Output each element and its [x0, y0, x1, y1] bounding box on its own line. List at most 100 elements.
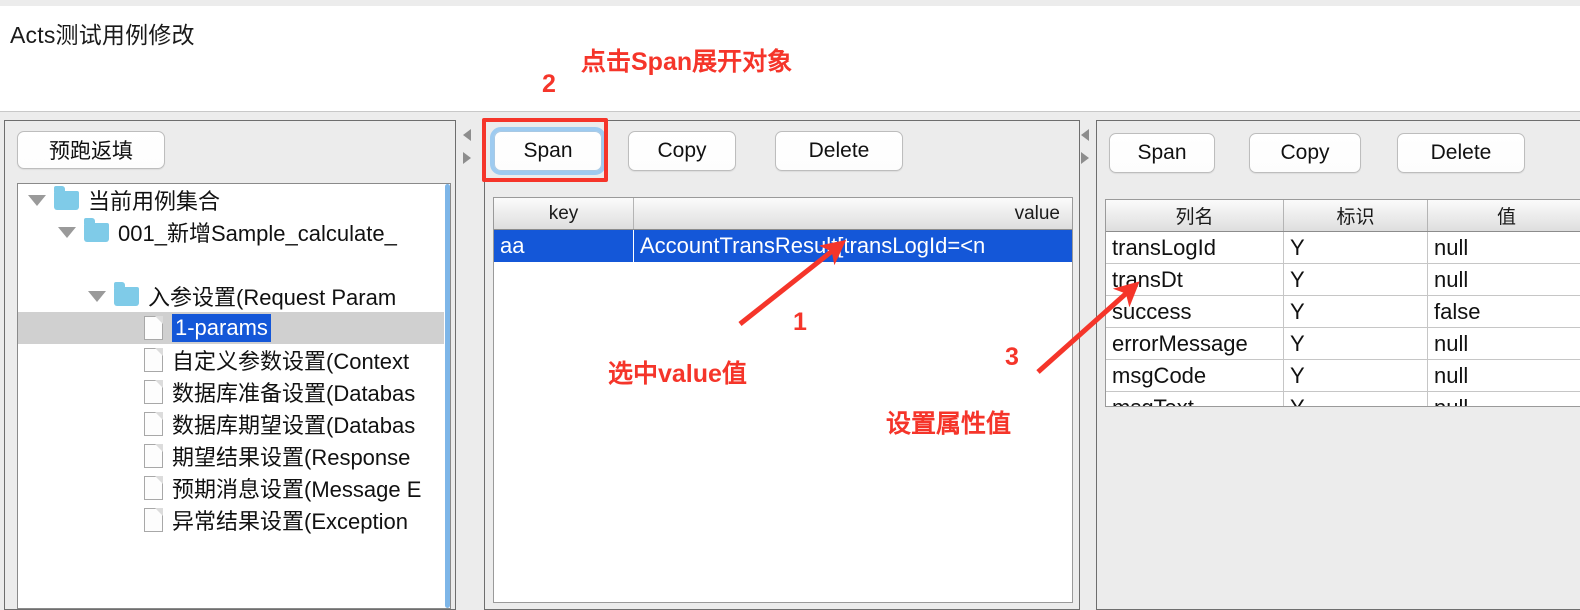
right-splitter[interactable] [1080, 120, 1092, 610]
tree-item-label: 自定义参数设置(Context [172, 349, 410, 374]
tree-item[interactable]: 入参设置(Request Param [18, 280, 450, 312]
left-splitter[interactable] [462, 120, 474, 610]
cell-value[interactable]: null [1428, 360, 1580, 392]
column-header-flag[interactable]: 标识 [1284, 200, 1428, 231]
cell-flag[interactable]: Y [1284, 328, 1428, 360]
left-panel: 预跑返填 当前用例集合 001_新增Sample_calculate_ 入参设置(R… [4, 120, 456, 610]
tree-item[interactable]: 当前用例集合 [18, 184, 450, 216]
table-row[interactable]: success Yfalse [1106, 296, 1580, 328]
case-tree[interactable]: 当前用例集合 001_新增Sample_calculate_ 入参设置(Reques… [17, 183, 451, 609]
annotation-number-3: 3 [1005, 343, 1019, 371]
chevron-down-icon[interactable] [28, 194, 46, 206]
table-row[interactable]: msgCode Ynull [1106, 360, 1580, 392]
cell-value[interactable]: AccountTransResult[transLogId=<n [634, 230, 1072, 262]
file-icon [144, 412, 163, 436]
tree-item-label: 期望结果设置(Response [172, 445, 411, 470]
tree-item-label: 异常结果设置(Exception [172, 509, 408, 534]
key-value-table[interactable]: key value aa AccountTransResult[transLogI… [493, 197, 1073, 603]
cell-column-name[interactable]: msgText [1106, 392, 1284, 406]
folder-icon [84, 217, 109, 242]
cell-value[interactable]: false [1428, 296, 1580, 328]
cell-flag[interactable]: Y [1284, 392, 1428, 406]
column-header-key[interactable]: key [494, 198, 634, 229]
chevron-down-icon[interactable] [58, 226, 76, 238]
annotation-label-3: 设置属性值 [886, 410, 1012, 438]
collapse-left-icon-2[interactable] [1081, 129, 1089, 141]
twisty-placeholder [118, 515, 136, 526]
tree-item[interactable]: 001_新增Sample_calculate_ [18, 216, 450, 248]
cell-flag[interactable]: Y [1284, 360, 1428, 392]
tree-item[interactable]: 1-params [18, 312, 450, 344]
tree-vertical-scrollbar[interactable] [444, 184, 450, 608]
page-title: Acts测试用例修改 [10, 22, 195, 48]
right-delete-button[interactable]: Delete [1397, 133, 1525, 173]
tree-item[interactable]: 期望结果设置(Response [18, 440, 450, 472]
column-header-value[interactable]: value [634, 198, 1072, 229]
twisty-placeholder [118, 355, 136, 366]
prerun-fill-button[interactable]: 预跑返填 [17, 131, 165, 169]
twisty-placeholder [58, 259, 76, 270]
right-copy-button[interactable]: Copy [1249, 133, 1361, 173]
table-row[interactable]: errorMessage Ynull [1106, 328, 1580, 360]
attribute-table-header: 列名 标识 值 [1106, 200, 1580, 232]
table-row[interactable]: transDt Ynull [1106, 264, 1580, 296]
twisty-placeholder [118, 323, 136, 334]
tree-rows: 当前用例集合 001_新增Sample_calculate_ 入参设置(Reques… [18, 184, 450, 536]
middle-panel: Span Copy Delete key value aa AccountTran… [484, 120, 1080, 610]
annotation-number-2: 2 [542, 70, 556, 98]
tree-item[interactable] [18, 248, 450, 280]
attribute-table-body: transLogId Ynull transDt Ynull success Yfalse… [1106, 232, 1580, 407]
file-icon [144, 444, 163, 468]
cell-column-name[interactable]: errorMessage [1106, 328, 1284, 360]
tree-item-label: 当前用例集合 [88, 189, 221, 214]
file-icon [144, 476, 163, 500]
cell-value[interactable]: null [1428, 392, 1580, 407]
cell-value[interactable]: null [1428, 264, 1580, 296]
cell-value[interactable]: null [1428, 328, 1580, 360]
table-row[interactable]: msgText Ynull [1106, 392, 1580, 407]
file-icon [144, 380, 163, 404]
tree-item-label: 1-params [172, 314, 271, 342]
tree-item[interactable]: 数据库准备设置(Databas [18, 376, 450, 408]
key-value-table-header: key value [494, 198, 1072, 230]
collapse-right-icon[interactable] [463, 152, 471, 164]
table-row[interactable]: transLogId Ynull [1106, 232, 1580, 264]
tree-item[interactable]: 数据库期望设置(Databas [18, 408, 450, 440]
right-panel: Span Copy Delete 列名 标识 值 transLogId Ynull… [1096, 120, 1580, 610]
twisty-placeholder [118, 419, 136, 430]
tree-item[interactable]: 预期消息设置(Message E [18, 472, 450, 504]
tree-item-label: 001_新增Sample_calculate_ [118, 221, 397, 246]
twisty-placeholder [118, 387, 136, 398]
cell-column-name[interactable]: transLogId [1106, 232, 1284, 264]
cell-flag[interactable]: Y [1284, 232, 1428, 264]
table-row[interactable]: aa AccountTransResult[transLogId=<n [494, 230, 1072, 262]
tree-item[interactable]: 异常结果设置(Exception [18, 504, 450, 536]
cell-column-name[interactable]: msgCode [1106, 360, 1284, 392]
file-icon [144, 316, 163, 340]
tree-item[interactable]: 自定义参数设置(Context [18, 344, 450, 376]
tree-item-label: 入参设置(Request Param [148, 285, 397, 310]
annotation-label-1: 选中value值 [608, 360, 747, 388]
tree-item-label: 数据库期望设置(Databas [172, 413, 416, 438]
collapse-right-icon-2[interactable] [1081, 152, 1089, 164]
cell-value[interactable]: null [1428, 232, 1580, 264]
right-span-button[interactable]: Span [1109, 133, 1215, 173]
collapse-left-icon[interactable] [463, 129, 471, 141]
middle-delete-button[interactable]: Delete [775, 131, 903, 171]
folder-icon [54, 185, 79, 210]
middle-span-button[interactable]: Span [490, 127, 606, 175]
column-header-value[interactable]: 值 [1428, 200, 1580, 231]
cell-column-name[interactable]: transDt [1106, 264, 1284, 296]
attribute-table[interactable]: 列名 标识 值 transLogId Ynull transDt Ynull succe… [1105, 199, 1580, 407]
chevron-down-icon[interactable] [88, 290, 106, 302]
folder-icon [114, 281, 139, 306]
cell-flag[interactable]: Y [1284, 296, 1428, 328]
column-header-name[interactable]: 列名 [1106, 200, 1284, 231]
cell-column-name[interactable]: success [1106, 296, 1284, 328]
cell-flag[interactable]: Y [1284, 264, 1428, 296]
cell-key[interactable]: aa [494, 230, 634, 262]
key-value-table-body: aa AccountTransResult[transLogId=<n [494, 230, 1072, 262]
tree-item-label: 预期消息设置(Message E [172, 477, 422, 502]
middle-copy-button[interactable]: Copy [628, 131, 736, 171]
file-icon [144, 508, 163, 532]
